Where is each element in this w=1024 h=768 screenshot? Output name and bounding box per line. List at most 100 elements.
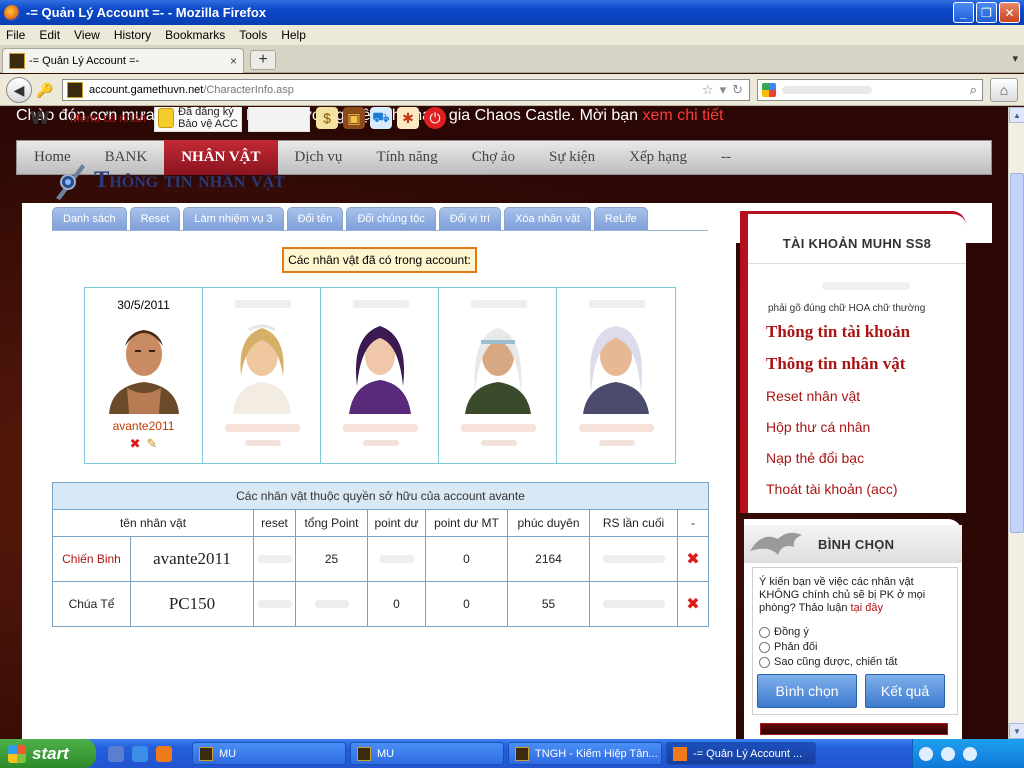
subtab-doi-ten[interactable]: Đổi tên — [286, 207, 344, 230]
reload-icon[interactable]: ↻ — [732, 82, 743, 98]
scroll-up-arrow-icon[interactable]: ▲ — [1009, 107, 1024, 123]
radio-button[interactable] — [759, 656, 770, 668]
tray-arrow-icon[interactable] — [919, 746, 933, 761]
new-tab-button[interactable]: + — [250, 50, 276, 70]
link-nap-the[interactable]: Nạp thẻ đổi bạc — [766, 450, 864, 466]
address-bar[interactable]: account.gamethuvn.net/CharacterInfo.asp … — [62, 79, 750, 101]
money-bag-icon[interactable]: $ — [315, 107, 338, 129]
close-window-button[interactable]: ✕ — [999, 2, 1020, 23]
key-icon[interactable]: 🔑 — [36, 82, 53, 99]
character-card[interactable] — [557, 288, 675, 463]
google-icon[interactable] — [762, 83, 776, 97]
character-card[interactable] — [439, 288, 557, 463]
character-portrait[interactable] — [217, 316, 307, 414]
link-thong-tin-nhan-vat[interactable]: Thông tin nhân vật — [766, 354, 905, 374]
link-thoat[interactable]: Thoát tài khoản (acc) — [766, 481, 898, 497]
vote-button[interactable]: Bình chọn — [757, 674, 857, 708]
url-text[interactable]: account.gamethuvn.net/CharacterInfo.asp — [89, 84, 702, 96]
browser-tab[interactable]: -= Quản Lý Account =- × — [2, 48, 244, 73]
character-name[interactable]: avante2011 — [85, 419, 202, 433]
link-hop-thu[interactable]: Hộp thư cá nhân — [766, 419, 870, 435]
menu-ca-nhan-link[interactable]: Menu cá nhân — [70, 111, 146, 125]
character-portrait[interactable] — [99, 316, 189, 414]
taskbar-item-mu-2[interactable]: MU — [350, 742, 504, 765]
delete-icon[interactable]: ✖ — [686, 551, 699, 568]
col-reset: reset — [253, 509, 296, 537]
explorer-icon[interactable] — [108, 745, 124, 762]
menu-bookmarks[interactable]: Bookmarks — [165, 28, 225, 42]
maximize-button[interactable]: ❐ — [976, 2, 997, 23]
delete-cell[interactable]: ✖ — [677, 536, 709, 582]
character-portrait[interactable] — [571, 316, 661, 414]
menu-edit[interactable]: Edit — [39, 28, 60, 42]
character-name[interactable] — [579, 424, 654, 432]
character-card[interactable]: 30/5/2011 avante2011 ✖ ✎ — [85, 288, 203, 463]
back-button[interactable]: ◀ — [6, 77, 32, 103]
search-box[interactable]: ⌕ — [757, 79, 983, 101]
taskbar-item-mu[interactable]: MU — [192, 742, 346, 765]
character-date — [589, 300, 645, 308]
shopping-cart-icon[interactable]: ⛟ — [369, 107, 392, 129]
poll-option[interactable]: Đồng ý — [759, 626, 809, 638]
subtab-danh-sach[interactable]: Danh sách — [52, 207, 127, 230]
power-icon[interactable]: ⏻ — [423, 107, 446, 129]
radio-button[interactable] — [759, 626, 770, 638]
subtab-doi-chung-toc[interactable]: Đổi chủng tộc — [346, 207, 436, 230]
internet-explorer-icon[interactable] — [132, 745, 148, 762]
page-scrollbar[interactable]: ▲ ▼ — [1008, 107, 1024, 739]
subtab-relife[interactable]: ReLife — [593, 207, 648, 230]
history-dropdown-icon[interactable]: ▾ — [720, 82, 727, 98]
minimize-button[interactable]: _ — [953, 2, 974, 23]
character-card[interactable] — [203, 288, 321, 463]
character-portrait[interactable] — [453, 316, 543, 414]
subtab-reset[interactable]: Reset — [129, 207, 181, 230]
character-actions — [481, 440, 517, 446]
delete-icon[interactable]: ✖ — [686, 596, 699, 613]
start-button[interactable]: start — [0, 739, 96, 768]
menu-file[interactable]: File — [6, 28, 25, 42]
subtab-doi-vi-tri[interactable]: Đổi vị trí — [438, 207, 502, 230]
radio-button[interactable] — [759, 641, 770, 653]
delete-cell[interactable]: ✖ — [677, 581, 709, 627]
treasure-chest-icon[interactable]: ▣ — [342, 107, 365, 129]
firefox-quicklaunch-icon[interactable] — [156, 745, 172, 762]
bookmark-star-icon[interactable]: ☆ — [702, 82, 714, 98]
character-name[interactable] — [225, 424, 300, 432]
gift-icon[interactable]: ✱ — [396, 107, 419, 129]
character-card[interactable] — [321, 288, 439, 463]
poll-option[interactable]: Phản đối — [759, 641, 817, 653]
scroll-down-arrow-icon[interactable]: ▼ — [1009, 723, 1024, 739]
tray-network-icon[interactable] — [941, 746, 955, 761]
character-date — [235, 300, 291, 308]
poll-header: BÌNH CHỌN — [744, 525, 962, 563]
tray-volume-icon[interactable] — [963, 746, 977, 761]
delete-icon[interactable]: ✖ — [130, 436, 141, 451]
results-button[interactable]: Kết quả — [865, 674, 945, 708]
poll-discussion-link[interactable]: tại đây — [851, 602, 883, 614]
scrollbar-thumb[interactable] — [1010, 173, 1024, 533]
account-protection-badge[interactable]: Đã đăng ký Bảo vệ ACC — [154, 107, 242, 132]
search-input[interactable] — [782, 86, 872, 94]
link-thong-tin-tai-khoan[interactable]: Thông tin tài khoản — [766, 322, 910, 342]
character-name[interactable] — [343, 424, 418, 432]
taskbar-item-firefox[interactable]: -= Quản Lý Account ... — [666, 742, 816, 765]
close-tab-icon[interactable]: × — [230, 54, 237, 68]
link-reset-nhan-vat[interactable]: Reset nhân vật — [766, 388, 860, 404]
subtab-xoa-nhan-vat[interactable]: Xóa nhân vật — [504, 207, 591, 230]
owned-characters-table: Các nhân vật thuộc quyền sở hữu của acco… — [52, 482, 709, 627]
edit-pencil-icon[interactable]: ✎ — [147, 436, 158, 451]
menu-tools[interactable]: Tools — [239, 28, 267, 42]
home-button[interactable]: ⌂ — [990, 78, 1018, 102]
menu-history[interactable]: History — [114, 28, 151, 42]
tab-list-chevron-icon[interactable]: ▾ — [1012, 52, 1018, 65]
poll-option[interactable]: Sao cũng được, chiến tất — [759, 656, 897, 668]
ad-banner[interactable] — [760, 723, 948, 735]
subtab-lam-nhiem-vu[interactable]: Làm nhiệm vụ 3 — [183, 207, 284, 230]
menu-help[interactable]: Help — [281, 28, 306, 42]
character-name[interactable] — [461, 424, 536, 432]
taskbar-item-tngh[interactable]: TNGH - Kiếm Hiệp Tân... — [508, 742, 662, 765]
menu-view[interactable]: View — [74, 28, 100, 42]
character-portrait[interactable] — [335, 316, 425, 414]
search-icon[interactable]: ⌕ — [970, 82, 977, 98]
w-logo-icon[interactable]: W — [30, 108, 70, 129]
